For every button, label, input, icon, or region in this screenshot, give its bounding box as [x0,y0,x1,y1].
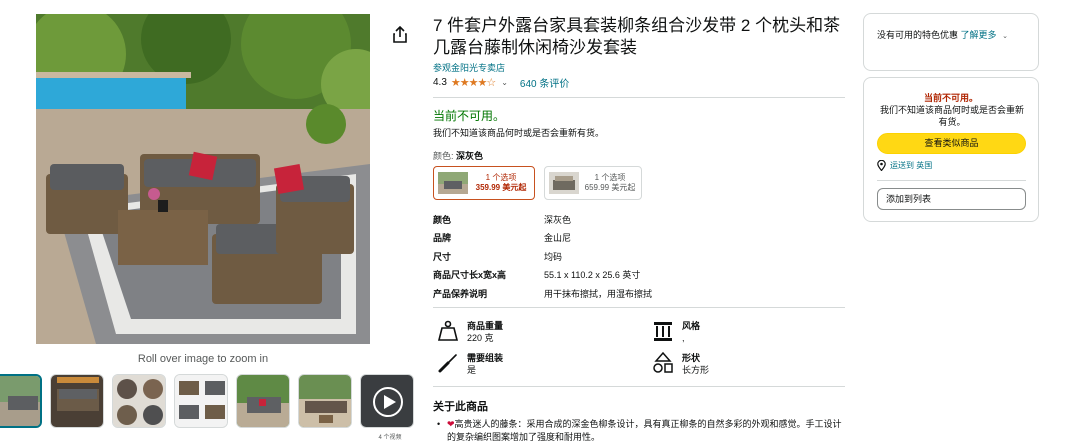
learn-more-link[interactable]: 了解更多 [961,30,997,40]
spec-key: 颜色 [433,214,452,225]
weight-icon [437,320,459,341]
video-count-caption: 4 个视频 [378,435,402,441]
spec-value: 55.1 x 110.2 x 25.6 英寸 [544,270,641,281]
about-bullet: ❤高贵迷人的藤条：采用合成的深金色柳条设计，具有真正柳条的自然多彩的外观和感觉。… [437,418,847,444]
color-selector-label: 颜色: 深灰色 [433,149,483,162]
add-to-list-button[interactable]: 添加到列表 [877,188,1026,210]
rating-row: 4.3 ★★★★☆ ⌄ 640 条评价 [433,75,569,90]
zoom-hint: Roll over image to zoom in [137,353,269,365]
thumbnail-strip [0,374,430,434]
share-icon[interactable] [392,25,408,44]
deals-box: 没有可用的特色优惠 了解更多 ⌄ [863,13,1039,71]
spec-value: 金山尼 [544,233,572,244]
review-count-link[interactable]: 640 条评价 [520,75,569,90]
feature-title: 商品重量 [467,321,504,331]
heart-icon: ❤ [447,419,455,429]
spec-key: 商品尺寸长x宽x高 [433,270,507,281]
product-title: 7 件套户外露台家具套装柳条组合沙发带 2 个枕头和茶几露台藤制休闲椅沙发套装 [433,16,841,57]
feature-value: 是 [467,365,477,375]
thumbnail-5[interactable] [236,374,290,428]
feature-value: 长方形 [682,365,710,375]
feature-shape: 形状 长方形 [652,352,709,376]
spec-key: 品牌 [433,233,452,244]
swatch-price: 659.99 美元起 [584,183,636,192]
spec-row: 颜色 深灰色 [433,210,833,229]
swatch-price: 359.99 美元起 [475,183,527,192]
divider [433,386,845,387]
chevron-down-icon[interactable]: ⌄ [501,78,508,87]
spec-row: 产品保养说明 用干抹布擦拭，用湿布擦拭 [433,284,833,303]
no-deals-label: 没有可用的特色优惠 [877,30,959,40]
feature-title: 风格 [682,321,701,331]
column-icon [654,322,672,341]
color-swatch-option[interactable]: 1 个选项 659.99 美元起 [544,166,642,200]
buy-box: 当前不可用。 我们不知道该商品何时或是否会重新有货。 查看类似商品 运送到 英国… [863,77,1039,222]
divider [877,180,1026,181]
video-thumbnail[interactable] [360,374,414,428]
spec-value: 均码 [544,251,563,262]
spec-key: 产品保养说明 [433,288,488,299]
swatch-option-count: 1 个选项 [485,173,517,182]
feature-value: , [682,333,685,343]
color-swatch-selected[interactable]: 1 个选项 359.99 美元起 [433,166,535,200]
deals-text: 没有可用的特色优惠 了解更多 ⌄ [877,28,1008,41]
thumbnail-4[interactable] [174,374,228,428]
see-similar-button[interactable]: 查看类似商品 [877,133,1026,154]
thumbnail-3[interactable] [112,374,166,428]
feature-title: 需要组装 [467,353,504,363]
swatch-thumbnail [549,172,579,194]
color-label: 颜色: [433,151,454,161]
star-rating-icon[interactable]: ★★★★☆ [451,76,496,89]
divider [433,307,845,308]
swatch-option-count: 1 个选项 [594,173,626,182]
screwdriver-icon [438,354,457,373]
about-text: 高贵迷人的藤条：采用合成的深金色柳条设计，具有真正柳条的自然多彩的外观和感觉。手… [447,419,842,442]
feature-title: 形状 [682,353,701,363]
about-heading: 关于此商品 [433,401,488,413]
location-pin-icon [877,160,886,171]
swatch-thumbnail [438,172,468,194]
spec-value: 深灰色 [544,214,572,225]
feature-value: 220 克 [467,333,494,343]
restock-note: 我们不知道该商品何时或是否会重新有货。 [433,128,605,138]
color-value: 深灰色 [456,151,484,161]
divider [433,97,845,98]
store-link[interactable]: 参观金阳光专卖店 [433,61,505,74]
spec-row: 尺寸 均码 [433,247,833,266]
spec-table: 颜色 深灰色 品牌 金山尼 尺寸 均码 商品尺寸长x宽x高 55.1 x 110.2 x… [433,210,833,303]
shapes-icon [653,352,673,373]
spec-row: 品牌 金山尼 [433,229,833,248]
buybox-restock-note: 我们不知道该商品何时或是否会重新有货。 [879,105,1024,127]
feature-weight: 商品重量 220 克 [437,320,503,344]
rating-value: 4.3 [433,77,447,88]
ship-to-text: 运送到 英国 [890,161,933,170]
spec-key: 尺寸 [433,251,452,262]
ship-to-link[interactable]: 运送到 英国 [877,160,932,171]
spec-row: 商品尺寸长x宽x高 55.1 x 110.2 x 25.6 英寸 [433,266,833,285]
chevron-down-icon[interactable]: ⌄ [1002,33,1008,40]
spec-value: 用干抹布擦拭，用湿布擦拭 [544,288,653,299]
buybox-unavailable: 当前不可用。 [923,93,978,103]
thumbnail-1[interactable] [0,374,42,428]
thumbnail-2[interactable] [50,374,104,428]
feature-style: 风格 , [652,320,700,344]
product-main-image[interactable] [36,14,370,344]
feature-assembly: 需要组装 是 [437,352,503,376]
availability-status: 当前不可用。 [433,109,506,123]
thumbnail-6[interactable] [298,374,352,428]
